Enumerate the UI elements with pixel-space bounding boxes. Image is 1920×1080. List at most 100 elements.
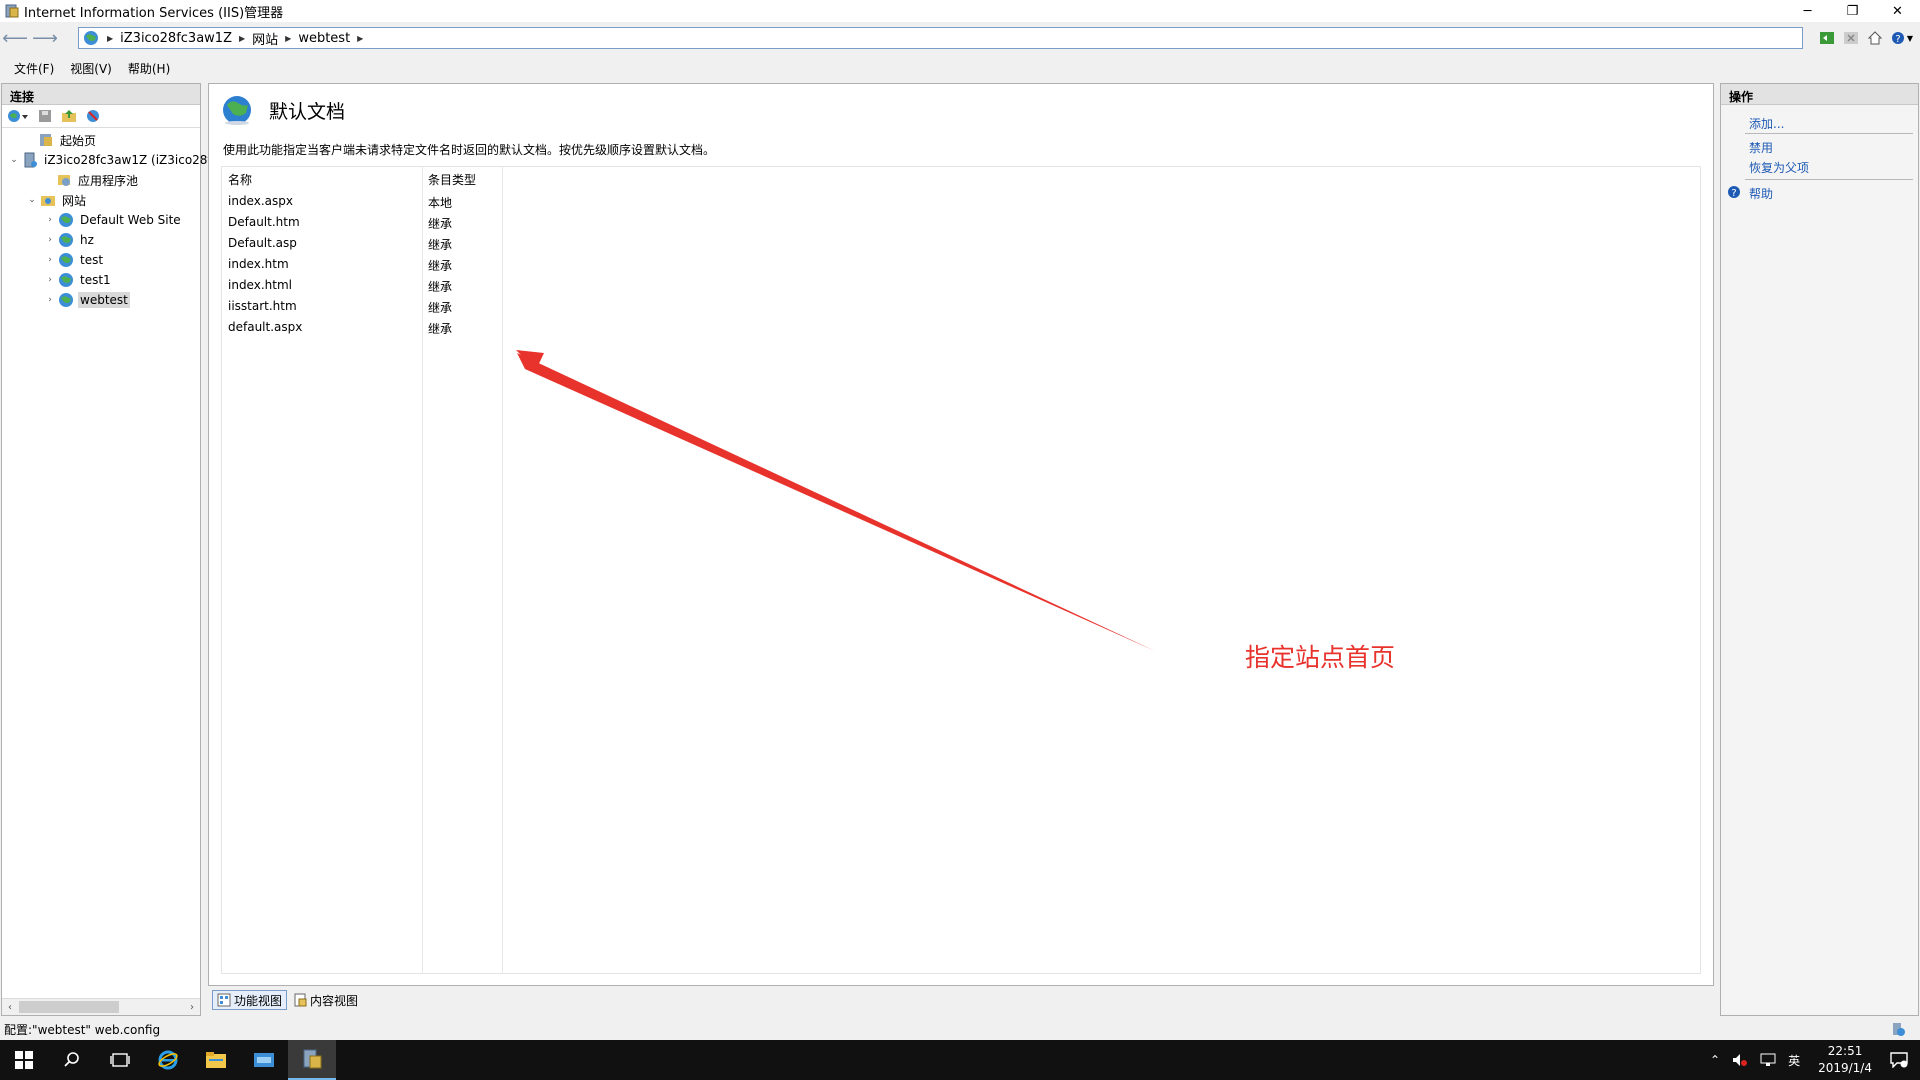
save-icon <box>39 110 51 122</box>
clock[interactable]: 22:51 2019/1/4 <box>1818 1043 1872 1077</box>
tree-node-sites[interactable]: ⌄ 网站 <box>26 190 88 210</box>
chevron-down-icon: ▼ <box>1906 33 1914 43</box>
search-button[interactable] <box>48 1040 96 1080</box>
globe-icon <box>59 233 73 247</box>
tree-node-app-pools[interactable]: 应用程序池 <box>42 170 140 190</box>
breadcrumb-sites[interactable]: 网站 <box>252 29 278 48</box>
scrollbar-thumb[interactable] <box>19 1001 119 1013</box>
folder-icon <box>206 1052 226 1068</box>
features-view-icon <box>217 993 231 1007</box>
stop-icon <box>1844 32 1858 44</box>
network-button[interactable] <box>1760 1053 1776 1067</box>
revert-to-parent-link[interactable]: 恢复为父项 <box>1749 159 1809 176</box>
tree-node-default-web-site[interactable]: › Default Web Site <box>44 210 183 230</box>
sites-folder-icon <box>41 196 55 206</box>
breadcrumb[interactable]: ▶ iZ3ico28fc3aw1Z ▶ 网站 ▶ webtest ▶ <box>78 27 1803 49</box>
address-bar: ⟵ ⟶ ▶ iZ3ico28fc3aw1Z ▶ 网站 ▶ webtest ▶ ?… <box>0 22 1920 55</box>
action-center-button[interactable] <box>1890 1052 1908 1068</box>
content-view-icon <box>294 993 307 1007</box>
tree-node-hz[interactable]: › hz <box>44 230 96 250</box>
tree-node-webtest[interactable]: › webtest <box>44 290 130 310</box>
actions-header: 操作 <box>1721 84 1918 105</box>
horizontal-scrollbar[interactable]: ‹ › <box>2 998 200 1015</box>
chevron-right-icon[interactable]: › <box>44 275 56 285</box>
volume-button[interactable] <box>1732 1053 1748 1067</box>
chevron-down-icon[interactable]: ⌄ <box>26 195 38 205</box>
close-button[interactable]: ✕ <box>1875 0 1920 22</box>
menu-help[interactable]: 帮助(H) <box>128 60 170 77</box>
globe-icon <box>84 31 98 45</box>
chevron-right-icon[interactable]: › <box>44 295 56 305</box>
network-icon <box>1760 1053 1776 1066</box>
start-page-icon <box>40 134 52 146</box>
tree-node-server[interactable]: ⌄ iZ3ico28fc3aw1Z (iZ3ico28f <box>8 150 214 170</box>
tree-label: Default Web Site <box>80 213 181 227</box>
back-button[interactable]: ⟵ <box>0 24 30 54</box>
scroll-right-icon[interactable]: › <box>184 1000 200 1015</box>
windows-logo-icon <box>15 1051 33 1069</box>
refresh-icon <box>1820 32 1834 44</box>
task-view-button[interactable] <box>96 1040 144 1080</box>
forward-button[interactable]: ⟶ <box>30 24 60 54</box>
app-pool-icon <box>58 175 70 186</box>
scroll-left-icon[interactable]: ‹ <box>2 1000 18 1015</box>
server-manager-button[interactable] <box>240 1040 288 1080</box>
add-action-link[interactable]: 添加... <box>1749 115 1784 132</box>
title-bar: Internet Information Services (IIS)管理器 ─… <box>0 0 1920 22</box>
help-action-link[interactable]: 帮助 <box>1749 185 1773 202</box>
volume-muted-icon <box>1733 1054 1748 1066</box>
tree-label: test <box>80 253 104 267</box>
chevron-right-icon[interactable]: › <box>44 215 56 225</box>
status-bar: 配置:"webtest" web.config <box>0 1018 1920 1040</box>
internet-explorer-button[interactable] <box>144 1040 192 1080</box>
window-title: Internet Information Services (IIS)管理器 <box>24 5 284 21</box>
help-dropdown-button[interactable]: ? ▼ <box>1888 29 1916 47</box>
home-button[interactable] <box>1864 29 1886 47</box>
show-hidden-icons-button[interactable]: ⌃ <box>1710 1053 1720 1067</box>
tree-label: webtest <box>78 292 130 308</box>
chevron-right-icon[interactable]: › <box>44 235 56 245</box>
tree-node-start-page[interactable]: 起始页 <box>24 130 98 150</box>
help-icon: ? <box>1728 186 1740 199</box>
refresh-button[interactable] <box>1816 29 1838 47</box>
minimize-button[interactable]: ─ <box>1785 0 1830 22</box>
view-tabs: 功能视图 内容视图 <box>212 990 364 1010</box>
tree-node-test[interactable]: › test <box>44 250 105 270</box>
tree-label: 网站 <box>62 193 87 208</box>
input-method-indicator[interactable]: 英 <box>1788 1052 1800 1069</box>
chevron-right-icon[interactable]: › <box>44 255 56 265</box>
chevron-down-icon[interactable]: ⌄ <box>8 155 20 165</box>
disable-action-link[interactable]: 禁用 <box>1749 139 1773 156</box>
up-folder-button[interactable] <box>59 107 79 125</box>
menu-file[interactable]: 文件(F) <box>14 60 54 77</box>
task-view-icon <box>110 1053 130 1067</box>
tree-label: iZ3ico28fc3aw1Z (iZ3ico28f <box>44 153 212 167</box>
internet-explorer-icon <box>158 1050 178 1070</box>
globe-icon <box>59 213 73 227</box>
stop-button[interactable] <box>1840 29 1862 47</box>
save-button[interactable] <box>35 107 55 125</box>
search-icon <box>64 1052 79 1067</box>
iis-manager-taskbar-button[interactable] <box>288 1040 336 1080</box>
tree-node-test1[interactable]: › test1 <box>44 270 113 290</box>
connections-toolbar <box>2 105 200 128</box>
server-icon <box>24 152 37 168</box>
actions-panel: 操作 添加... 禁用 恢复为父项 ? 帮助 <box>1720 83 1919 1016</box>
taskbar: ⌃ 英 22:51 2019/1/4 <box>0 1040 1920 1080</box>
restore-button[interactable]: ❐ <box>1830 0 1875 22</box>
breadcrumb-server[interactable]: iZ3ico28fc3aw1Z <box>120 31 232 46</box>
start-button[interactable] <box>0 1040 48 1080</box>
disconnect-button[interactable] <box>83 107 103 125</box>
connect-button[interactable] <box>5 107 31 125</box>
annotation-label: 指定站点首页 <box>1245 643 1396 672</box>
tab-content-view[interactable]: 内容视图 <box>289 990 362 1010</box>
annotation-arrow <box>516 350 1155 651</box>
breadcrumb-separator-icon: ▶ <box>285 33 292 43</box>
file-explorer-button[interactable] <box>192 1040 240 1080</box>
menu-view[interactable]: 视图(V) <box>70 60 112 77</box>
server-manager-icon <box>254 1053 274 1067</box>
breadcrumb-webtest[interactable]: webtest <box>298 31 350 46</box>
connections-panel: 连接 起始页 ⌄ iZ3ico28fc3aw1Z (iZ3ico28f 应用程序… <box>1 83 212 1016</box>
breadcrumb-separator-icon: ▶ <box>107 33 114 43</box>
tab-features-view[interactable]: 功能视图 <box>212 990 288 1010</box>
